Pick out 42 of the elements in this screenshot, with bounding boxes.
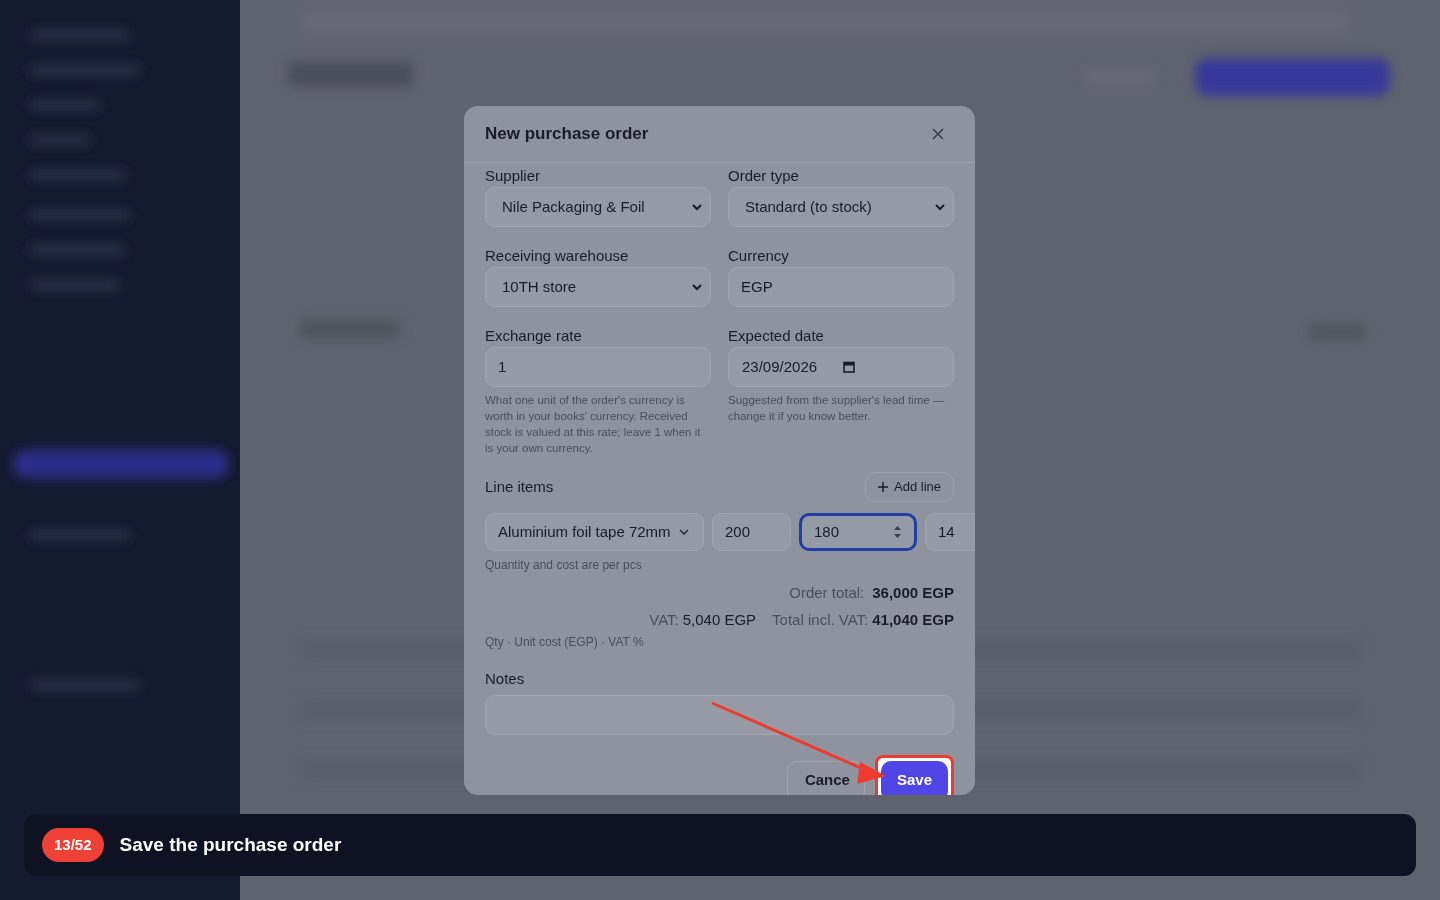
select-field[interactable]: Standard (to stock)	[728, 187, 954, 227]
chevron-down-icon	[935, 203, 945, 211]
input-field[interactable]: EGP	[728, 267, 954, 307]
field-label: Expected date	[728, 326, 825, 345]
help-text: What one unit of the order's currency is worth in your books' currency. Received stock is valued at this rate; leave 1 when it is your own currency.	[485, 393, 702, 456]
field-label: Notes	[485, 669, 526, 689]
input-field[interactable]: 14	[925, 513, 975, 551]
total-incl-vat-value: 41,040 EGP	[872, 609, 954, 630]
plus-icon	[878, 482, 888, 492]
columns-hint: Qty · Unit cost (EGP) · VAT %	[485, 634, 645, 651]
number-field[interactable]: 180	[799, 513, 917, 551]
tutorial-text: Save the purchase order	[119, 832, 342, 857]
add-line-button[interactable]: Add line	[865, 472, 954, 502]
spinner-icon	[893, 525, 902, 539]
date-field[interactable]: 23/09/2026	[728, 347, 954, 387]
step-counter: 13/52	[42, 827, 104, 863]
select-field[interactable]: 10TH store	[485, 267, 711, 307]
field-label: Exchange rate	[485, 326, 583, 345]
product-select[interactable]: Aluminium foil tape 72mm	[485, 513, 704, 551]
close-icon[interactable]	[932, 128, 944, 140]
notes-field[interactable]	[485, 694, 954, 735]
order-total-label: Order total:	[789, 583, 865, 603]
dialog-title: New purchase order	[485, 123, 649, 146]
vat-value: 5,040 EGP	[682, 609, 757, 630]
chevron-down-icon	[679, 528, 689, 536]
field-label: Receiving warehouse	[485, 246, 630, 265]
save-button[interactable]: Save	[880, 760, 948, 795]
help-text: Suggested from the supplier's lead time — change it if you know better.	[728, 393, 946, 424]
hint-text: Quantity and cost are per pcs	[485, 557, 643, 574]
section-label: Line items	[485, 476, 554, 497]
chevron-down-icon	[692, 203, 702, 211]
select-field[interactable]: Nile Packaging & Foil	[485, 187, 711, 227]
input-field[interactable]: 200	[712, 513, 791, 551]
chevron-down-icon	[692, 283, 702, 291]
field-label: Supplier	[485, 166, 542, 185]
order-total-value: 36,000 EGP	[872, 583, 954, 603]
total-incl-vat-label: Total incl. VAT:	[772, 609, 869, 630]
calendar-icon	[843, 361, 856, 373]
vat-label: VAT:	[649, 609, 679, 630]
field-label: Currency	[728, 246, 790, 265]
field-label: Order type	[728, 166, 800, 185]
input-field[interactable]: 1	[485, 347, 711, 387]
